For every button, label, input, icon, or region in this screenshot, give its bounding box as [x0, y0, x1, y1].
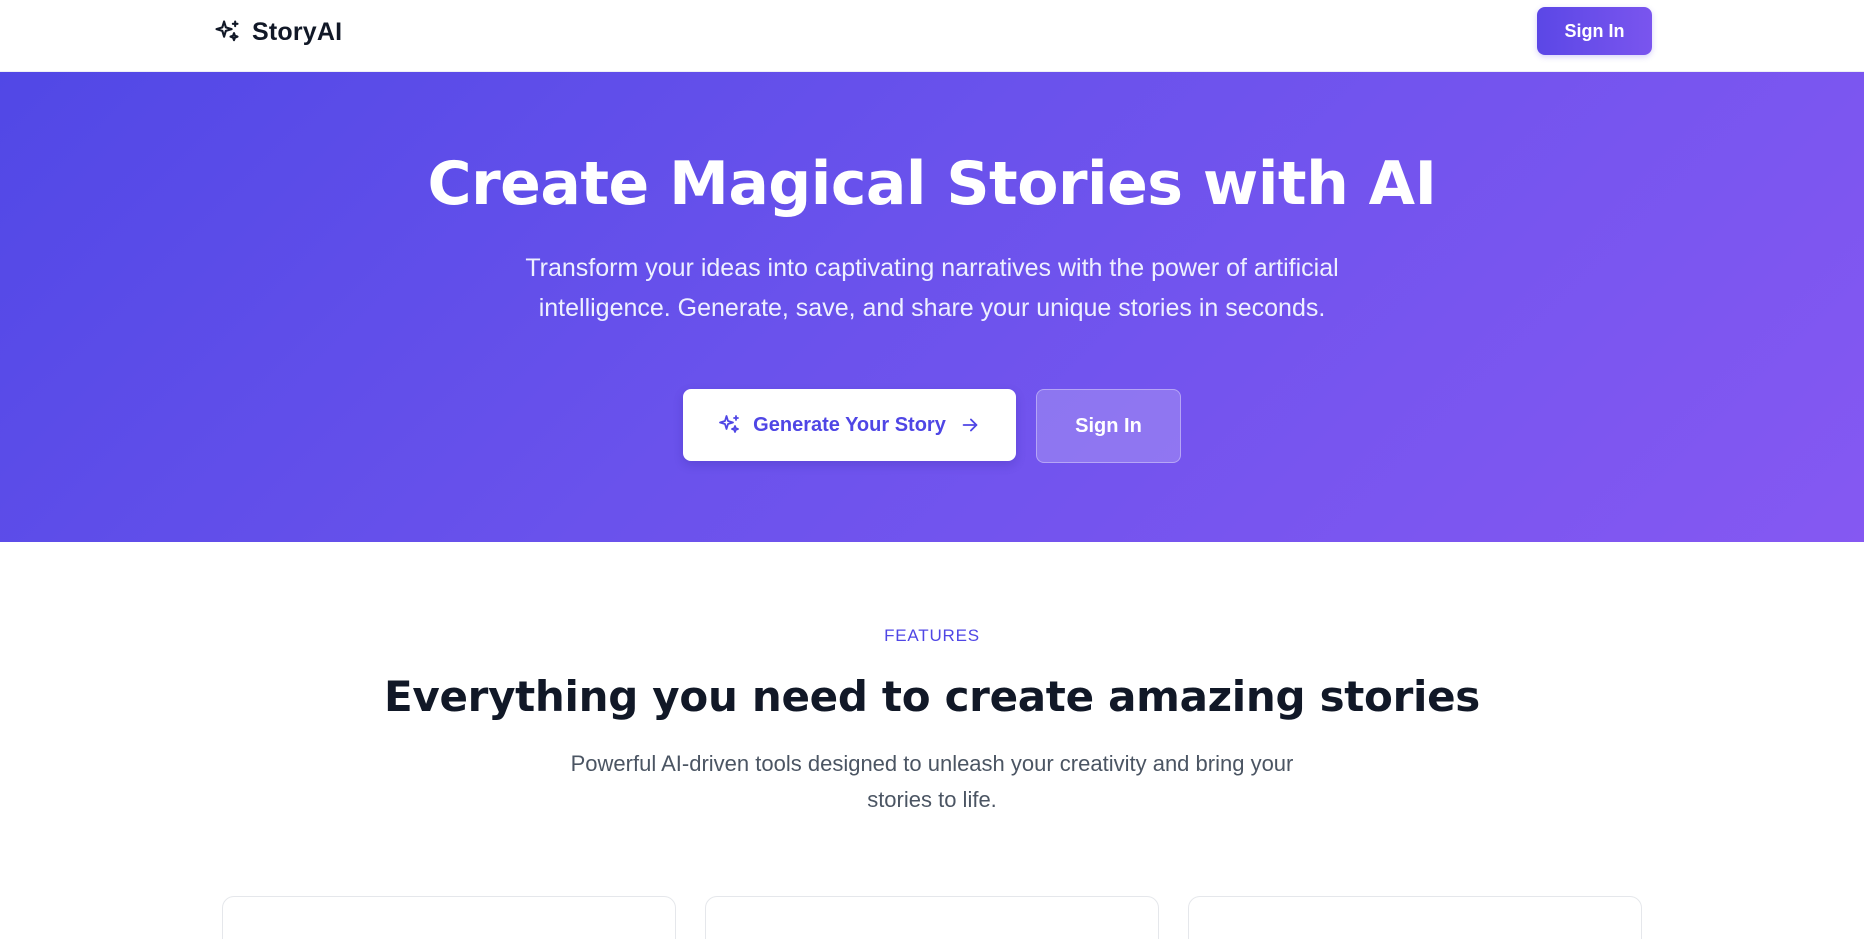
hero-section: Create Magical Stories with AI Transform…	[0, 72, 1864, 542]
generate-story-label: Generate Your Story	[753, 413, 946, 436]
features-eyebrow: FEATURES	[884, 626, 980, 645]
generate-story-button[interactable]: Generate Your Story	[683, 389, 1016, 461]
hero-sign-in-button[interactable]: Sign In	[1036, 389, 1181, 463]
hero-actions: Generate Your Story Sign In	[0, 389, 1864, 463]
features-title: Everything you need to create amazing st…	[384, 672, 1480, 721]
arrow-right-icon	[958, 413, 982, 437]
header-sign-in-button[interactable]: Sign In	[1537, 7, 1652, 55]
brand-logo[interactable]: StoryAI	[212, 16, 342, 48]
hero-title: Create Magical Stories with AI	[427, 149, 1437, 219]
hero-subtitle: Transform your ideas into captivating na…	[525, 254, 1339, 322]
features-subtitle: Powerful AI-driven tools designed to unl…	[570, 751, 1294, 812]
feature-card	[705, 896, 1159, 939]
sparkles-icon	[212, 17, 242, 47]
brand-name: StoryAI	[252, 17, 343, 46]
feature-card	[1188, 896, 1642, 939]
feature-card	[222, 896, 676, 939]
sparkles-icon	[717, 413, 741, 437]
top-navbar: StoryAI Sign In	[0, 0, 1864, 72]
landing-page: StoryAI Sign In Create Magical Stories w…	[0, 0, 1864, 939]
